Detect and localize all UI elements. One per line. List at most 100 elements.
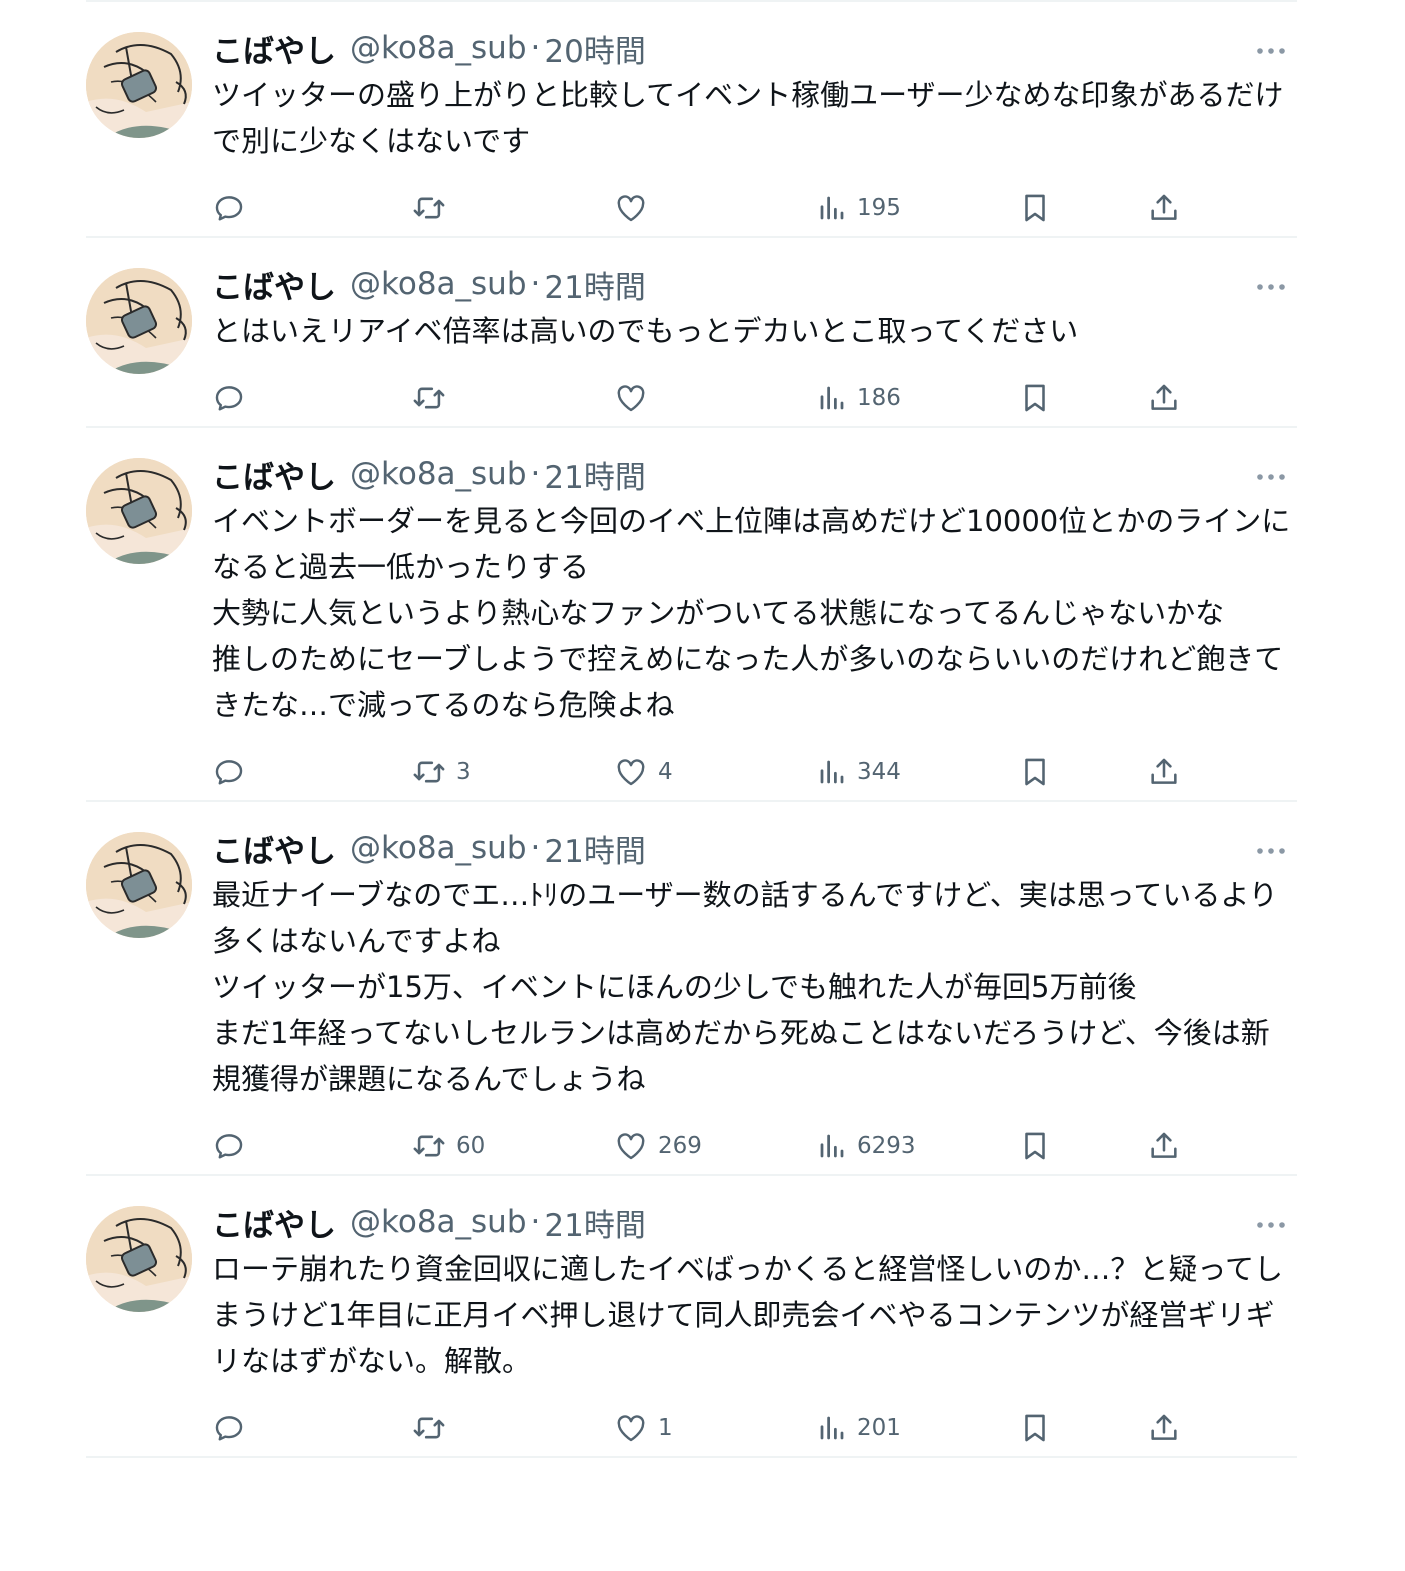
share-icon	[1147, 1129, 1181, 1163]
avatar[interactable]	[86, 1206, 192, 1312]
user-handle[interactable]: @ko8a_sub	[350, 1204, 527, 1240]
retweet-button[interactable]	[412, 1400, 456, 1456]
more-icon	[1256, 1214, 1286, 1233]
retweet-count: 60	[456, 1133, 486, 1159]
bookmark-button[interactable]	[1018, 180, 1052, 236]
display-name[interactable]: こばやし	[212, 826, 336, 871]
tweet[interactable]: こばやし @ko8a_sub · 21時間 イベントボーダーを見ると今回のイベ上…	[86, 428, 1297, 802]
display-name[interactable]: こばやし	[212, 262, 336, 307]
retweet-button[interactable]	[412, 180, 456, 236]
reply-button[interactable]	[212, 370, 246, 426]
bookmark-icon	[1018, 755, 1052, 789]
views-button[interactable]: 6293	[817, 1118, 916, 1174]
retweet-button[interactable]: 60	[412, 1118, 485, 1174]
views-button[interactable]: 186	[817, 370, 901, 426]
bookmark-icon	[1018, 191, 1052, 225]
display-name[interactable]: こばやし	[212, 1200, 336, 1245]
separator-dot: ·	[530, 1204, 541, 1240]
action-bar: 60 269 6293	[212, 1118, 1297, 1174]
reply-icon	[212, 381, 246, 415]
bookmark-button[interactable]	[1018, 1118, 1052, 1174]
bookmark-button[interactable]	[1018, 370, 1052, 426]
reply-button[interactable]	[212, 180, 246, 236]
more-button[interactable]	[1251, 34, 1291, 64]
timestamp[interactable]: 21時間	[544, 452, 645, 497]
retweet-icon	[412, 755, 446, 789]
user-handle[interactable]: @ko8a_sub	[350, 30, 527, 66]
share-button[interactable]	[1147, 180, 1181, 236]
more-button[interactable]	[1251, 270, 1291, 300]
tweet-text: ツイッターの盛り上がりと比較してイベント稼働ユーザー少なめな印象があるだけで別に…	[212, 78, 1284, 158]
tweet-text: イベントボーダーを見ると今回のイベ上位陣は高めだけど10000位とかのラインにな…	[212, 504, 1291, 722]
bookmark-button[interactable]	[1018, 1400, 1052, 1456]
more-icon	[1256, 466, 1286, 485]
heart-icon	[614, 1411, 648, 1445]
share-button[interactable]	[1147, 744, 1181, 800]
bookmark-button[interactable]	[1018, 744, 1052, 800]
reply-icon	[212, 1129, 246, 1163]
retweet-icon	[412, 191, 446, 225]
retweet-icon	[412, 1129, 446, 1163]
reply-button[interactable]	[212, 744, 246, 800]
share-button[interactable]	[1147, 1118, 1181, 1174]
timestamp[interactable]: 20時間	[544, 26, 645, 71]
retweet-button[interactable]	[412, 370, 456, 426]
reply-button[interactable]	[212, 1400, 246, 1456]
more-button[interactable]	[1251, 460, 1291, 490]
like-button[interactable]	[614, 180, 658, 236]
separator-dot: ·	[530, 830, 541, 866]
views-button[interactable]: 201	[817, 1400, 901, 1456]
display-name[interactable]: こばやし	[212, 26, 336, 71]
like-button[interactable]	[614, 370, 658, 426]
tweet[interactable]: こばやし @ko8a_sub · 21時間 最近ナイーブなのでエ…ﾄﾘのユーザー…	[86, 802, 1297, 1176]
more-button[interactable]	[1251, 1208, 1291, 1238]
tweet[interactable]: こばやし @ko8a_sub · 20時間 ツイッターの盛り上がりと比較してイベ…	[86, 2, 1297, 238]
tweet-header: こばやし @ko8a_sub · 21時間	[212, 826, 1297, 870]
heart-icon	[614, 755, 648, 789]
like-button[interactable]: 4	[614, 744, 673, 800]
reply-icon	[212, 191, 246, 225]
avatar[interactable]	[86, 458, 192, 564]
views-icon	[817, 1413, 847, 1443]
user-handle[interactable]: @ko8a_sub	[350, 456, 527, 492]
heart-icon	[614, 381, 648, 415]
avatar[interactable]	[86, 832, 192, 938]
share-button[interactable]	[1147, 1400, 1181, 1456]
share-icon	[1147, 1411, 1181, 1445]
retweet-button[interactable]: 3	[412, 744, 471, 800]
timestamp[interactable]: 21時間	[544, 262, 645, 307]
views-button[interactable]: 195	[817, 180, 901, 236]
display-name[interactable]: こばやし	[212, 452, 336, 497]
like-button[interactable]: 1	[614, 1400, 673, 1456]
timestamp[interactable]: 21時間	[544, 826, 645, 871]
tweet[interactable]: こばやし @ko8a_sub · 21時間 とはいえリアイベ倍率は高いのでもっと…	[86, 238, 1297, 428]
timeline: こばやし @ko8a_sub · 20時間 ツイッターの盛り上がりと比較してイベ…	[86, 0, 1297, 1458]
user-handle[interactable]: @ko8a_sub	[350, 830, 527, 866]
tweet[interactable]: こばやし @ko8a_sub · 21時間 ローテ崩れたり資金回収に適したイベば…	[86, 1176, 1297, 1458]
bookmark-icon	[1018, 1411, 1052, 1445]
action-bar: 1 201	[212, 1400, 1297, 1456]
view-count: 344	[857, 759, 901, 785]
views-icon	[817, 757, 847, 787]
reply-button[interactable]	[212, 1118, 246, 1174]
share-icon	[1147, 755, 1181, 789]
tweet-list: こばやし @ko8a_sub · 20時間 ツイッターの盛り上がりと比較してイベ…	[86, 2, 1297, 1458]
avatar[interactable]	[86, 268, 192, 374]
views-button[interactable]: 344	[817, 744, 901, 800]
share-icon	[1147, 191, 1181, 225]
avatar[interactable]	[86, 32, 192, 138]
more-button[interactable]	[1251, 834, 1291, 864]
like-button[interactable]: 269	[614, 1118, 702, 1174]
tweet-text: とはいえリアイベ倍率は高いのでもっとデカいとこ取ってください	[212, 314, 1079, 348]
action-bar: 195	[212, 180, 1297, 236]
heart-icon	[614, 191, 648, 225]
bookmark-icon	[1018, 1129, 1052, 1163]
more-icon	[1256, 40, 1286, 59]
timestamp[interactable]: 21時間	[544, 1200, 645, 1245]
views-icon	[817, 1131, 847, 1161]
like-count: 269	[658, 1133, 702, 1159]
heart-icon	[614, 1129, 648, 1163]
share-button[interactable]	[1147, 370, 1181, 426]
view-count: 186	[857, 385, 901, 411]
user-handle[interactable]: @ko8a_sub	[350, 266, 527, 302]
